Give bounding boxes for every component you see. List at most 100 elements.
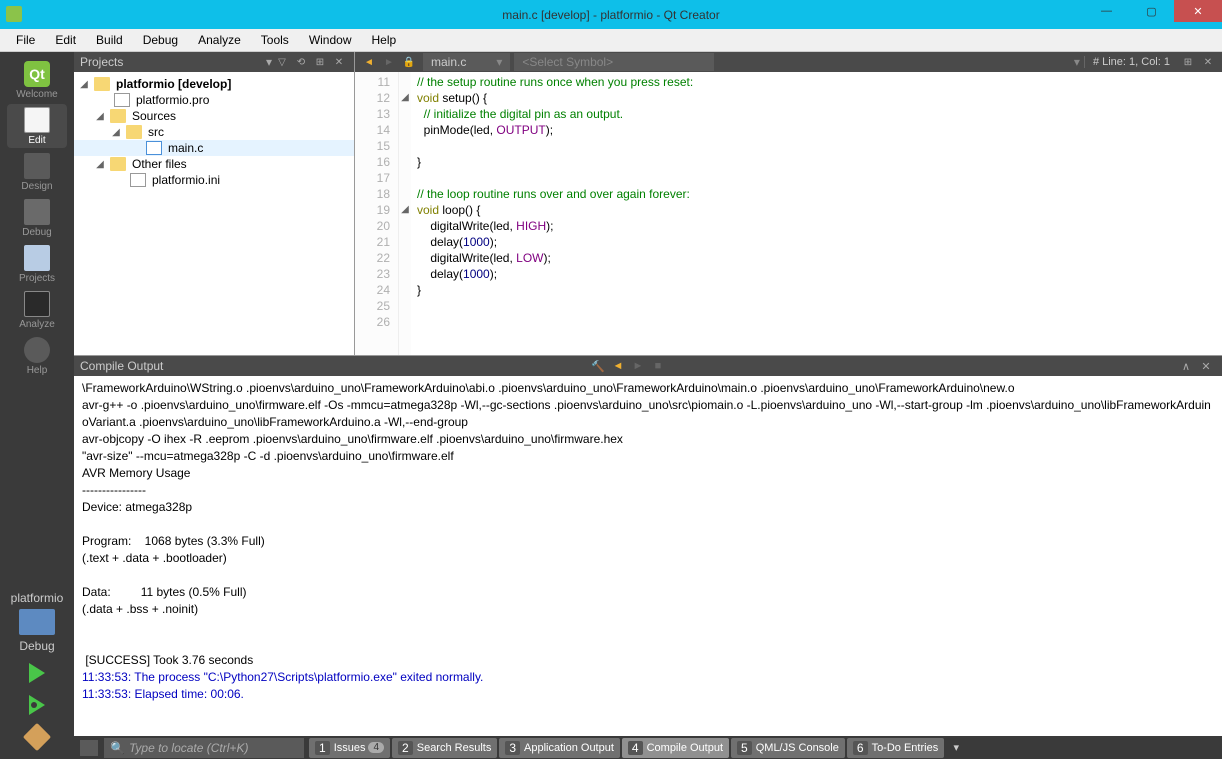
nav-forward-icon[interactable]: ►	[380, 54, 398, 70]
editor-area: ◄ ► 🔒 main.c▾ <Select Symbol> ▾ # Line: …	[355, 52, 1222, 355]
mode-debug[interactable]: Debug	[7, 196, 67, 240]
output-panel: Compile Output 🔨 ◄ ► ■ ∧ ✕ \FrameworkArd…	[74, 355, 1222, 736]
projects-icon	[24, 245, 50, 271]
kit-config: Debug	[7, 639, 67, 653]
kit-selector[interactable]: platformio Debug	[7, 591, 67, 653]
sidebar-toggle-icon[interactable]	[80, 740, 98, 756]
monitor-icon	[19, 609, 55, 635]
prev-icon[interactable]: ◄	[609, 358, 627, 374]
projects-panel: Projects ▾ ▽ ⟲ ⊞ ✕ ◢platformio [develop]…	[74, 52, 355, 355]
editor-toolbar: ◄ ► 🔒 main.c▾ <Select Symbol> ▾ # Line: …	[355, 52, 1222, 72]
play-debug-icon	[29, 695, 45, 715]
menu-tools[interactable]: Tools	[251, 30, 299, 50]
output-tabs: 1Issues42Search Results3Application Outp…	[308, 738, 945, 758]
menu-edit[interactable]: Edit	[45, 30, 86, 50]
projects-header: Projects ▾ ▽ ⟲ ⊞ ✕	[74, 52, 354, 72]
tree-sources[interactable]: ◢Sources	[74, 108, 354, 124]
dropdown-icon[interactable]: ▾	[496, 55, 502, 69]
project-tree[interactable]: ◢platformio [develop] platformio.pro ◢So…	[74, 72, 354, 355]
tree-pro-file[interactable]: platformio.pro	[74, 92, 354, 108]
compile-output[interactable]: \FrameworkArduino\WString.o .pioenvs\ard…	[74, 376, 1222, 736]
status-tab-to-do-entries[interactable]: 6To-Do Entries	[847, 738, 944, 758]
ini-file-icon	[130, 173, 146, 187]
line-col-info: # Line: 1, Col: 1	[1084, 56, 1178, 68]
close-output-icon[interactable]: ✕	[1197, 358, 1215, 374]
nav-back-icon[interactable]: ◄	[360, 54, 378, 70]
line-gutter: 11121314151617181920212223242526	[355, 72, 399, 355]
collapse-icon[interactable]: ◢	[110, 127, 122, 138]
output-text: \FrameworkArduino\WString.o .pioenvs\ard…	[82, 381, 1211, 667]
tree-ini[interactable]: platformio.ini	[74, 172, 354, 188]
collapse-icon[interactable]: ◢	[78, 79, 90, 90]
maximize-button[interactable]: ▢	[1129, 0, 1174, 22]
mode-sidebar: QtWelcome Edit Design Debug Projects Ana…	[0, 52, 74, 759]
file-tab[interactable]: main.c▾	[423, 53, 510, 71]
main-area: QtWelcome Edit Design Debug Projects Ana…	[0, 52, 1222, 759]
run-debug-button[interactable]	[15, 691, 59, 719]
help-icon	[24, 337, 50, 363]
close-panel-icon[interactable]: ✕	[330, 54, 348, 70]
hammer-small-icon[interactable]: 🔨	[589, 358, 607, 374]
sync-icon[interactable]: ⟲	[292, 54, 310, 70]
mode-design[interactable]: Design	[7, 150, 67, 194]
fold-column[interactable]: ◢◢	[399, 72, 411, 355]
run-button[interactable]	[15, 659, 59, 687]
filter-icon[interactable]: ▽	[273, 54, 291, 70]
locator-input[interactable]: 🔍Type to locate (Ctrl+K)	[104, 738, 304, 758]
window-title: main.c [develop] - platformio - Qt Creat…	[502, 8, 719, 22]
folder-icon	[110, 157, 126, 171]
lock-icon[interactable]: 🔒	[400, 54, 418, 70]
split-icon[interactable]: ⊞	[311, 54, 329, 70]
center-area: Projects ▾ ▽ ⟲ ⊞ ✕ ◢platformio [develop]…	[74, 52, 1222, 759]
menu-build[interactable]: Build	[86, 30, 133, 50]
search-icon: 🔍	[110, 741, 125, 755]
folder-icon	[110, 109, 126, 123]
next-icon[interactable]: ►	[629, 358, 647, 374]
dropdown-icon[interactable]: ▾	[1074, 55, 1080, 69]
menubar: File Edit Build Debug Analyze Tools Wind…	[0, 29, 1222, 52]
maximize-output-icon[interactable]: ∧	[1177, 358, 1195, 374]
code-editor[interactable]: 11121314151617181920212223242526 ◢◢ // t…	[355, 72, 1222, 355]
split-editor-icon[interactable]: ⊞	[1179, 54, 1197, 70]
menu-analyze[interactable]: Analyze	[188, 30, 251, 50]
analyze-icon	[24, 291, 50, 317]
pro-file-icon	[114, 93, 130, 107]
close-button[interactable]: ✕	[1174, 0, 1222, 22]
dropdown-icon[interactable]: ▾	[266, 55, 272, 69]
menu-debug[interactable]: Debug	[133, 30, 188, 50]
tabs-dropdown-icon[interactable]: ▾	[947, 740, 965, 756]
collapse-icon[interactable]: ◢	[94, 159, 106, 170]
status-tab-search-results[interactable]: 2Search Results	[392, 738, 497, 758]
debug-icon	[24, 199, 50, 225]
tree-other[interactable]: ◢Other files	[74, 156, 354, 172]
mode-projects[interactable]: Projects	[7, 242, 67, 286]
menu-file[interactable]: File	[6, 30, 45, 50]
collapse-icon[interactable]: ◢	[94, 111, 106, 122]
menu-help[interactable]: Help	[362, 30, 407, 50]
code-content[interactable]: // the setup routine runs once when you …	[411, 72, 1222, 355]
tree-src[interactable]: ◢src	[74, 124, 354, 140]
stop-icon[interactable]: ■	[649, 358, 667, 374]
mode-help[interactable]: Help	[7, 334, 67, 378]
menu-window[interactable]: Window	[299, 30, 362, 50]
status-tab-application-output[interactable]: 3Application Output	[499, 738, 620, 758]
hammer-icon	[23, 723, 51, 751]
mode-welcome[interactable]: QtWelcome	[7, 58, 67, 102]
c-file-icon	[146, 141, 162, 155]
statusbar: 🔍Type to locate (Ctrl+K) 1Issues42Search…	[74, 736, 1222, 759]
build-button[interactable]	[15, 723, 59, 751]
symbol-selector[interactable]: <Select Symbol>	[514, 53, 714, 71]
status-tab-compile-output[interactable]: 4Compile Output	[622, 738, 729, 758]
tree-root[interactable]: ◢platformio [develop]	[74, 76, 354, 92]
close-editor-icon[interactable]: ✕	[1199, 54, 1217, 70]
tree-main-c[interactable]: main.c	[74, 140, 354, 156]
output-status: 11:33:53: The process "C:\Python27\Scrip…	[82, 670, 483, 701]
qt-icon: Qt	[24, 61, 50, 87]
status-tab-qml-js-console[interactable]: 5QML/JS Console	[731, 738, 845, 758]
minimize-button[interactable]: —	[1084, 0, 1129, 22]
mode-analyze[interactable]: Analyze	[7, 288, 67, 332]
output-title: Compile Output	[80, 359, 588, 373]
kit-name: platformio	[7, 591, 67, 605]
mode-edit[interactable]: Edit	[7, 104, 67, 148]
status-tab-issues[interactable]: 1Issues4	[309, 738, 390, 758]
